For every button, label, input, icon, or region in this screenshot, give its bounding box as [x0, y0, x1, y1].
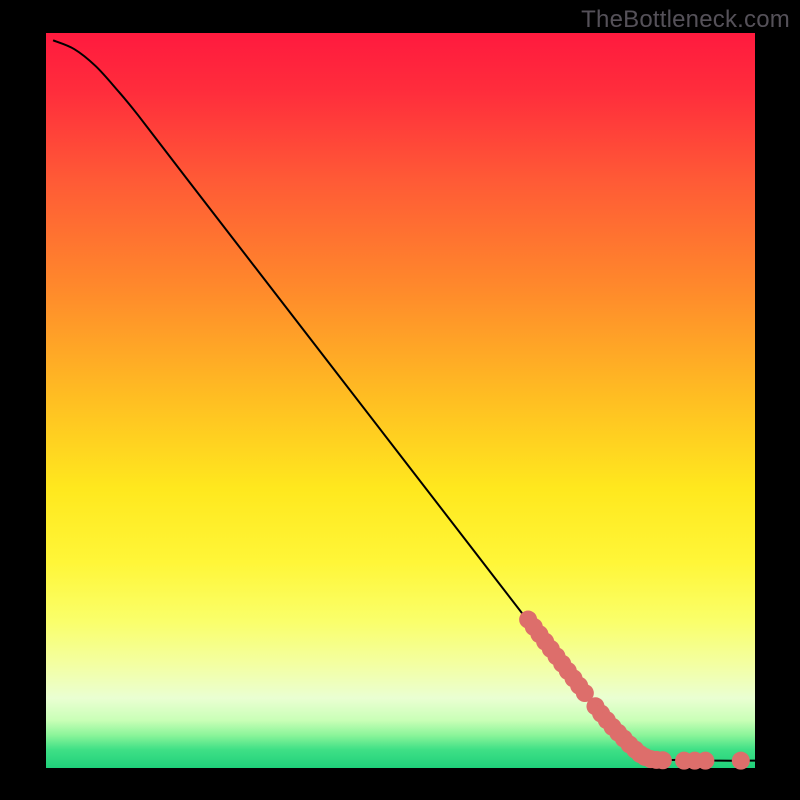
data-marker — [696, 752, 714, 770]
bottleneck-chart — [0, 0, 800, 800]
chart-background — [46, 33, 755, 768]
chart-frame: TheBottleneck.com — [0, 0, 800, 800]
data-marker — [654, 751, 672, 769]
data-marker — [732, 752, 750, 770]
